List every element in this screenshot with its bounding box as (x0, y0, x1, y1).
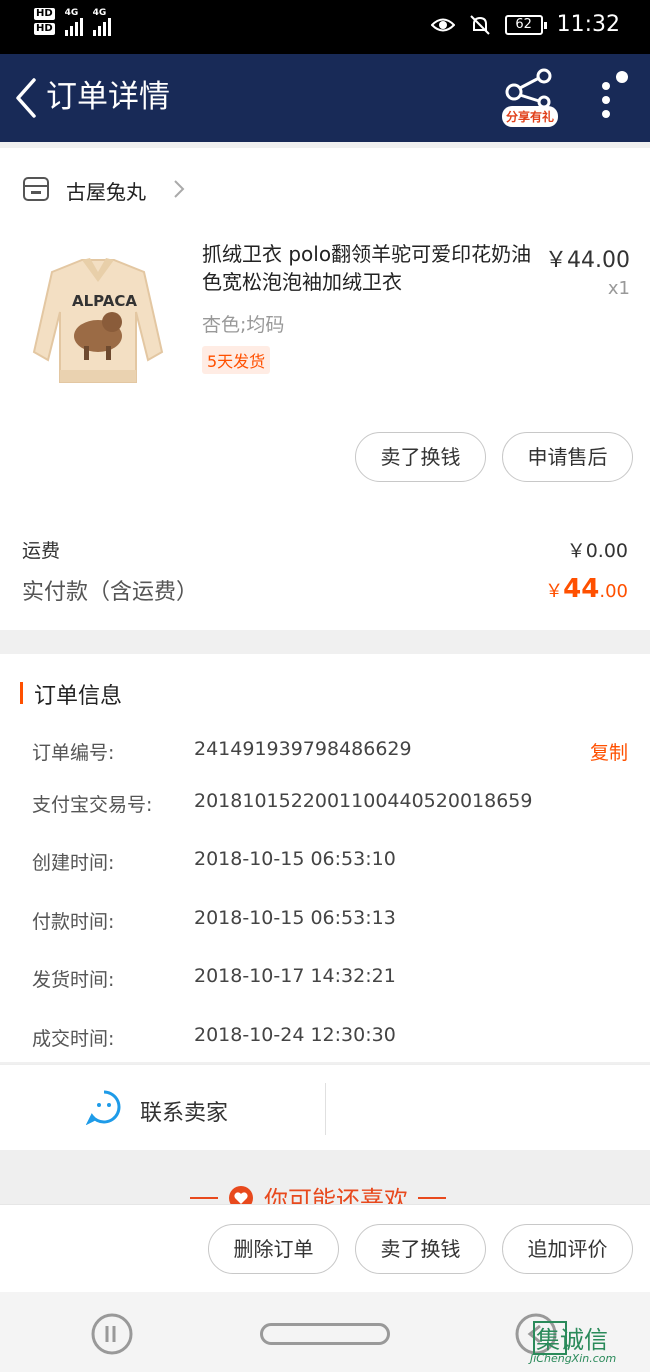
completed-time-value: 2018-10-24 12:30:30 (194, 1024, 396, 1046)
mute-bell-icon (469, 14, 490, 35)
order-info-section: 订单信息 订单编号: 241491939798486629 复制 支付宝交易号:… (0, 654, 650, 1062)
after-sale-button[interactable]: 申请售后 (502, 432, 633, 482)
chevron-right-icon[interactable] (172, 178, 186, 200)
clock: 11:32 (556, 12, 620, 37)
add-review-button[interactable]: 追加评价 (502, 1224, 633, 1274)
home-pill[interactable] (260, 1323, 390, 1345)
created-time-value: 2018-10-15 06:53:10 (194, 848, 396, 870)
shipping-tag: 5天发货 (202, 346, 271, 374)
app-header: 订单详情 分享有礼 (0, 54, 650, 142)
divider (418, 1196, 446, 1199)
network-type: 4G (92, 8, 107, 18)
resell-button[interactable]: 卖了换钱 (355, 432, 486, 482)
system-nav-bar: 集诚信 JiChengXin.com (0, 1292, 650, 1372)
shop-name[interactable]: 古屋兔丸 (66, 176, 146, 205)
contact-seller-button[interactable]: 联系卖家 (140, 1095, 228, 1127)
shipped-time-label: 发货时间: (32, 969, 115, 991)
delete-order-button[interactable]: 删除订单 (208, 1224, 339, 1274)
resell-button[interactable]: 卖了换钱 (355, 1224, 486, 1274)
total-paid-label: 实付款（含运费） (22, 580, 199, 605)
share-badge: 分享有礼 (502, 106, 559, 127)
contact-bar: 联系卖家 (0, 1064, 650, 1150)
total-paid-value: ￥44.00 (545, 574, 628, 604)
shipped-time-value: 2018-10-17 14:32:21 (194, 965, 396, 987)
product-price: ￥44.00 (545, 248, 630, 273)
network-type: 4G (64, 8, 79, 18)
alpaca-print-text: ALPACA (72, 292, 137, 310)
product-sku: 杏色;均码 (202, 314, 285, 336)
alipay-trade-value: 2018101522001100440520018659 (194, 790, 533, 812)
share-button[interactable]: 分享有礼 (498, 68, 564, 130)
signal-icon: 4G (64, 8, 83, 36)
section-title: 订单信息 (34, 684, 123, 709)
hd-badge: HD (34, 8, 55, 20)
copy-button[interactable]: 复制 (590, 738, 628, 765)
signal-icon: 4G (92, 8, 111, 36)
product-thumbnail[interactable]: ALPACA (22, 242, 174, 392)
hd-badge: HD (34, 23, 55, 35)
status-bar: HD HD 4G 4G 62 11:32 (0, 0, 650, 54)
divider (190, 1196, 218, 1199)
recommendation-title: 你可能还喜欢 (264, 1186, 408, 1204)
order-number-value: 241491939798486629 (194, 738, 412, 760)
total-integer: 44 (563, 574, 600, 604)
page-title: 订单详情 (46, 79, 170, 115)
completed-time-label: 成交时间: (32, 1028, 115, 1050)
divider (325, 1083, 326, 1135)
product-title[interactable]: 抓绒卫衣 polo翻领羊驼可爱印花奶油色宽松泡泡袖加绒卫衣 (202, 240, 542, 296)
recommendation-header: 你可能还喜欢 (0, 1150, 650, 1204)
product-quantity: x1 (607, 278, 630, 299)
eye-icon (430, 18, 455, 31)
hd-indicators: HD HD (34, 8, 55, 35)
order-number-label: 订单编号: (32, 742, 115, 764)
freight-value: ￥0.00 (566, 540, 628, 562)
more-menu-icon[interactable] (596, 70, 636, 126)
watermark-chars: 集诚信 (536, 1326, 608, 1354)
paid-time-label: 付款时间: (32, 911, 115, 933)
freight-label: 运费 (22, 540, 61, 562)
paid-time-value: 2018-10-15 06:53:13 (194, 907, 396, 929)
alipay-trade-label: 支付宝交易号: (32, 794, 153, 816)
back-arrow-icon[interactable] (12, 76, 42, 120)
heart-icon (229, 1185, 253, 1204)
shop-icon (23, 177, 49, 201)
section-accent-bar (20, 682, 23, 704)
chat-face-icon (86, 1090, 121, 1125)
battery-icon: 62 (504, 14, 547, 35)
created-time-label: 创建时间: (32, 852, 115, 874)
total-decimal: .00 (599, 581, 628, 602)
watermark-url: JiChengXin.com (530, 1352, 617, 1365)
bottom-action-bar: 删除订单 卖了换钱 追加评价 (0, 1204, 650, 1292)
share-icon (505, 68, 552, 109)
order-item-card: 古屋兔丸 ALPACA 抓绒卫衣 polo翻领羊驼可爱印花奶油色宽松泡泡袖加绒卫… (0, 148, 650, 630)
currency-symbol: ￥ (545, 581, 564, 602)
app-switch-icon[interactable] (90, 1312, 134, 1356)
